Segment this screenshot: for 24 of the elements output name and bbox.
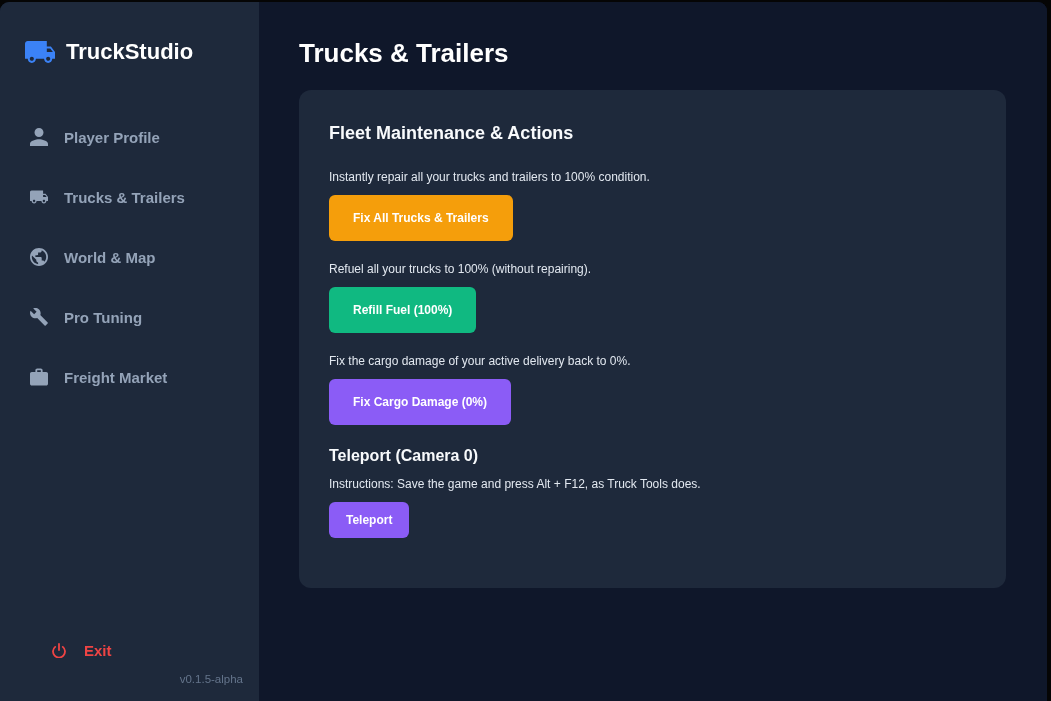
action-description: Instantly repair all your trucks and trailers to 100% condition. <box>329 169 651 185</box>
truck-icon <box>30 188 48 206</box>
briefcase-icon <box>30 368 48 386</box>
globe-icon <box>30 248 48 266</box>
person-icon <box>30 128 48 146</box>
nav-item[interactable]: World & Map <box>16 235 243 279</box>
nav-item[interactable]: Pro Tuning <box>16 295 243 339</box>
action-description: Fix the cargo damage of your active delivery back to 0%. <box>329 353 632 369</box>
action-button[interactable]: Teleport <box>329 502 410 538</box>
nav-item[interactable]: Trucks & Trailers <box>16 175 243 219</box>
page-title: Trucks & Trailers <box>299 37 509 70</box>
wrench-icon <box>30 308 48 326</box>
action-description: Instructions: Save the game and press Alt + F12, as Truck Tools does. <box>329 476 702 492</box>
nav-item[interactable]: Player Profile <box>16 115 243 159</box>
exit-button[interactable]: Exit <box>38 632 126 668</box>
power-icon <box>52 642 66 658</box>
nav-item[interactable]: Freight Market <box>16 355 243 399</box>
version-label: v0.1.5-alpha <box>179 672 243 687</box>
section-heading: Fleet Maintenance & Actions <box>329 122 575 145</box>
truck-logo-icon <box>25 41 55 63</box>
action-description: Refuel all your trucks to 100% (without repairing). <box>329 261 593 277</box>
action-button[interactable]: Fix Cargo Damage (0%) <box>329 379 512 425</box>
section-heading: Teleport (Camera 0) <box>329 446 480 466</box>
app-name: TruckStudio <box>66 38 194 66</box>
